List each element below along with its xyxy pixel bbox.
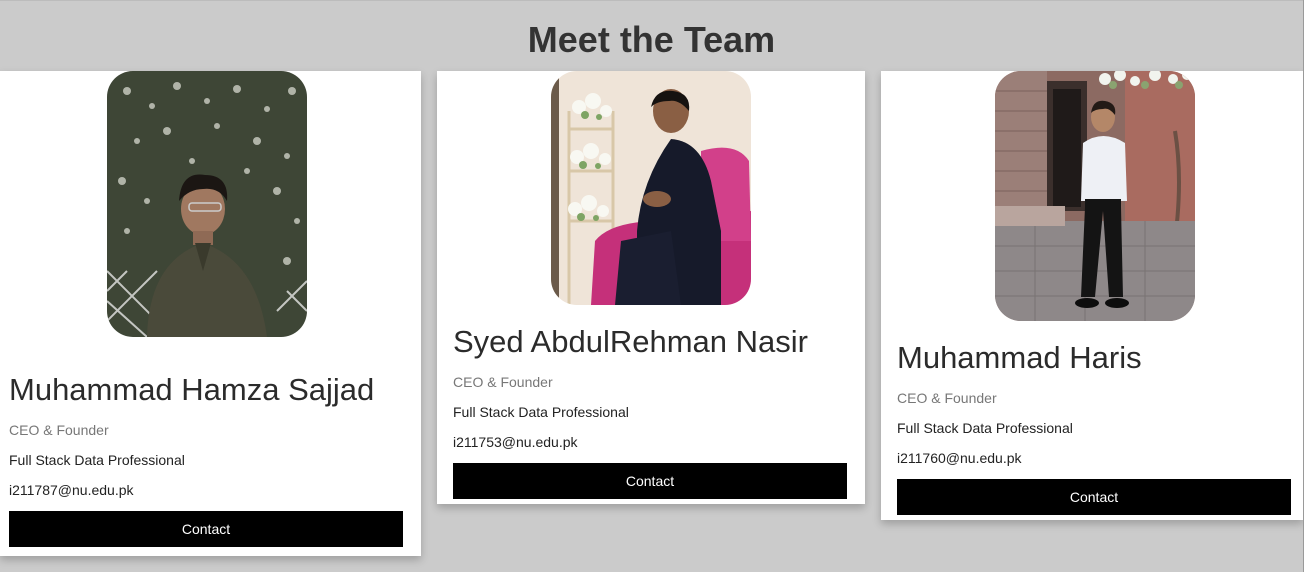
team-member-photo (107, 71, 307, 337)
member-email: i211760@nu.edu.pk (897, 450, 1022, 466)
contact-button[interactable]: Contact (897, 479, 1291, 515)
member-description: Full Stack Data Professional (9, 452, 185, 468)
team-page: Meet the Team Muhammad Hamza Sajjad CEO … (0, 0, 1308, 572)
window-scrollbar-edge (1303, 0, 1308, 572)
page-title: Meet the Team (527, 19, 776, 60)
team-member-photo (551, 71, 751, 305)
member-email: i211753@nu.edu.pk (453, 434, 578, 450)
member-info: Muhammad Haris CEO & Founder Full Stack … (897, 339, 1291, 515)
member-name: Muhammad Haris (897, 340, 1142, 375)
member-name: Syed AbdulRehman Nasir (453, 324, 808, 359)
member-name: Muhammad Hamza Sajjad (9, 372, 375, 407)
member-role: CEO & Founder (453, 374, 553, 390)
member-info: Syed AbdulRehman Nasir CEO & Founder Ful… (453, 323, 847, 499)
contact-button[interactable]: Contact (9, 511, 403, 547)
member-description: Full Stack Data Professional (453, 404, 629, 420)
member-role: CEO & Founder (9, 422, 109, 438)
team-card-hamza: Muhammad Hamza Sajjad CEO & Founder Full… (0, 71, 421, 556)
team-member-photo (995, 71, 1195, 321)
team-card-abdulrehman: Syed AbdulRehman Nasir CEO & Founder Ful… (437, 71, 865, 504)
contact-button[interactable]: Contact (453, 463, 847, 499)
team-card-haris: Muhammad Haris CEO & Founder Full Stack … (881, 71, 1303, 520)
member-info: Muhammad Hamza Sajjad CEO & Founder Full… (9, 371, 403, 547)
member-role: CEO & Founder (897, 390, 997, 406)
member-description: Full Stack Data Professional (897, 420, 1073, 436)
member-email: i211787@nu.edu.pk (9, 482, 134, 498)
